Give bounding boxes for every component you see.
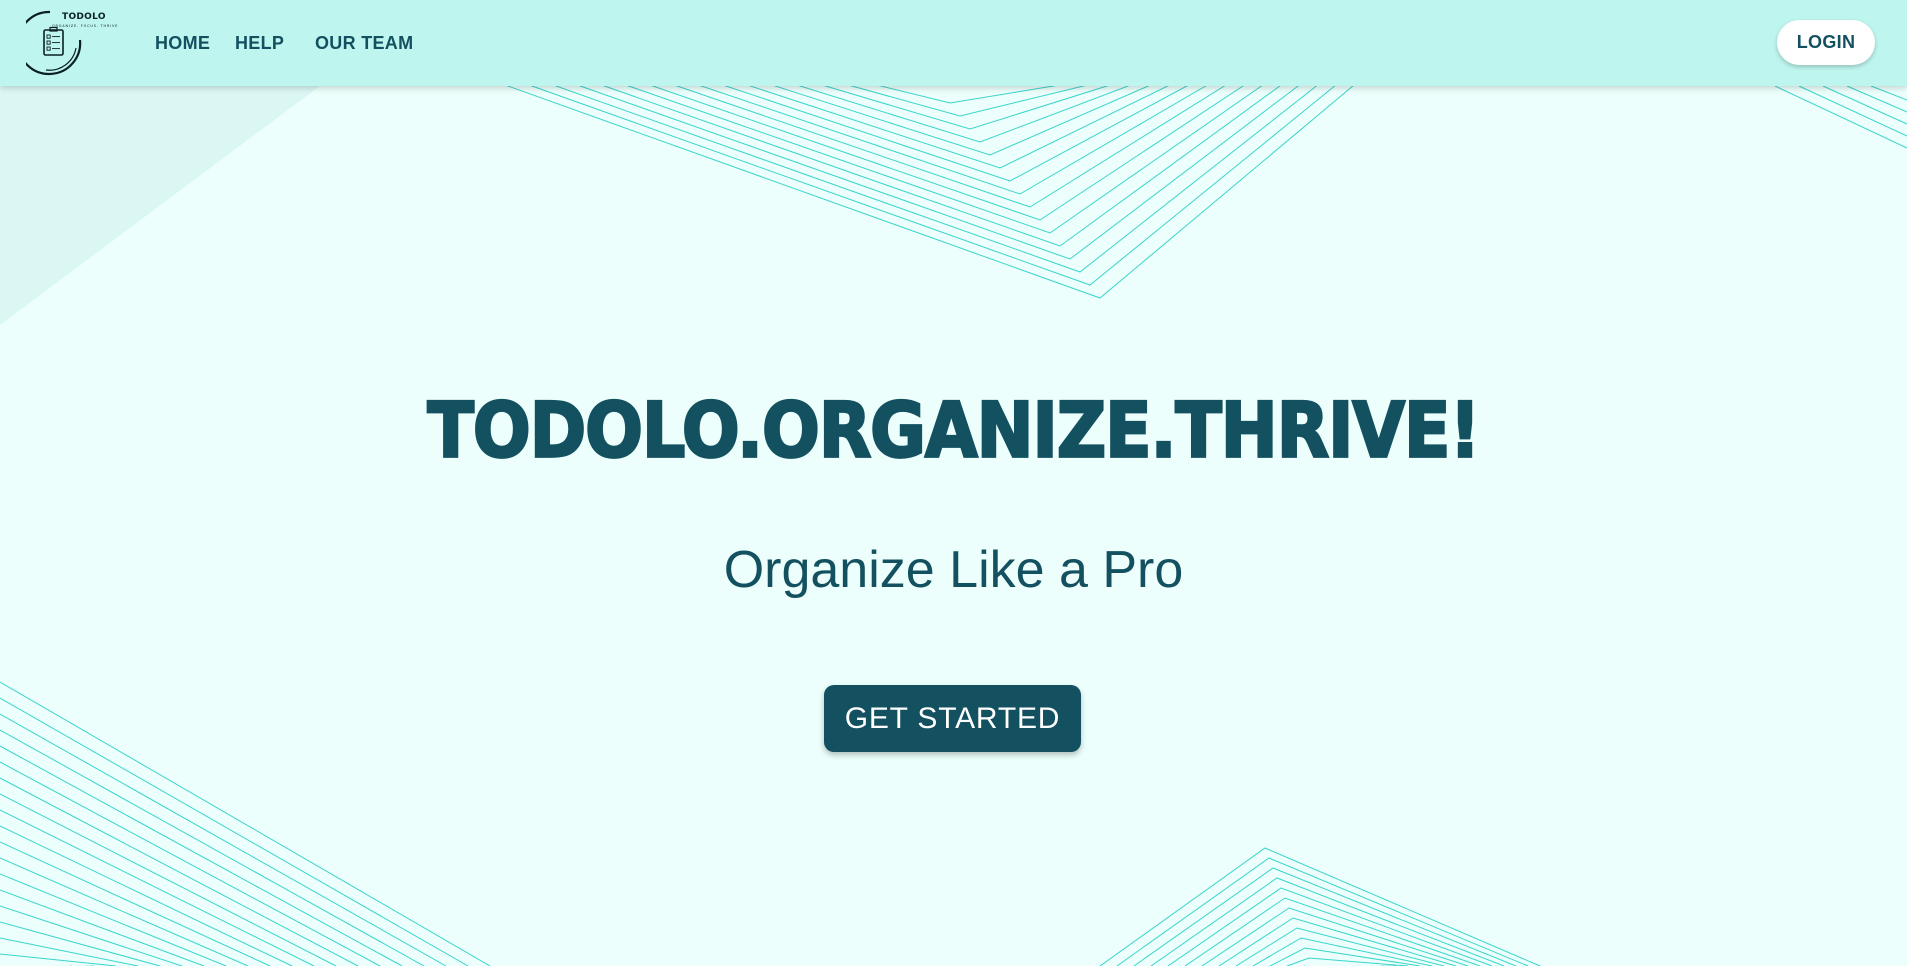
navbar: TODOLO ORGANIZE. FOCUS. THRIVE HOME HELP… bbox=[0, 0, 1907, 86]
deco-line-top bbox=[671, 75, 1217, 195]
deco-line-bottom-left bbox=[0, 745, 403, 966]
deco-line-bottom-left bbox=[0, 729, 425, 966]
get-started-button[interactable]: GET STARTED bbox=[824, 685, 1081, 752]
corner-shade bbox=[0, 86, 320, 325]
deco-line-bottom-left bbox=[0, 953, 117, 966]
deco-line-bottom-left bbox=[0, 921, 161, 966]
landing-page: TODOLO ORGANIZE. FOCUS. THRIVE HOME HELP… bbox=[0, 0, 1907, 966]
deco-line-top-right bbox=[1846, 85, 1907, 113]
deco-line-top bbox=[719, 75, 1181, 169]
deco-line-bottom-center bbox=[1116, 857, 1529, 966]
deco-line-top-right bbox=[1870, 85, 1907, 101]
deco-line-bottom-center bbox=[1099, 847, 1541, 966]
deco-line-bottom-left bbox=[0, 681, 491, 966]
deco-line-bottom-center bbox=[1286, 957, 1409, 966]
deco-line-bottom-left bbox=[0, 809, 315, 966]
deco-line-bottom-center bbox=[1167, 887, 1493, 966]
deco-line-top bbox=[647, 75, 1235, 208]
hero-title: TODOLO.ORGANIZE.THRIVE! bbox=[426, 386, 1481, 477]
deco-line-top-right bbox=[1774, 85, 1907, 149]
logo[interactable]: TODOLO ORGANIZE. FOCUS. THRIVE bbox=[17, 8, 120, 76]
logo-tagline: ORGANIZE. FOCUS. THRIVE bbox=[52, 24, 119, 28]
login-button[interactable]: LOGIN bbox=[1777, 20, 1875, 65]
deco-line-bottom-left bbox=[0, 841, 271, 966]
deco-line-bottom-left bbox=[0, 937, 139, 966]
nav-link-our-team[interactable]: OUR TEAM bbox=[315, 33, 413, 54]
deco-line-bottom-center bbox=[1269, 947, 1421, 966]
nav-link-help[interactable]: HELP bbox=[235, 33, 284, 54]
deco-line-bottom-left bbox=[0, 889, 205, 966]
deco-line-top bbox=[527, 75, 1325, 273]
background-decoration bbox=[0, 75, 1907, 966]
deco-line-bottom-left bbox=[0, 873, 227, 966]
deco-line-top bbox=[551, 75, 1307, 260]
deco-line-bottom-center bbox=[1252, 937, 1433, 966]
hero-subtitle: Organize Like a Pro bbox=[723, 541, 1184, 599]
nav-link-home[interactable]: HOME bbox=[155, 33, 210, 54]
logo-brand-name: TODOLO bbox=[62, 12, 106, 22]
deco-line-bottom-left bbox=[0, 857, 249, 966]
deco-line-top-right bbox=[1822, 85, 1907, 125]
deco-line-top bbox=[575, 75, 1289, 247]
deco-line-bottom-left bbox=[0, 825, 293, 966]
deco-line-top bbox=[503, 75, 1343, 286]
deco-line-bottom-center bbox=[1218, 917, 1457, 966]
